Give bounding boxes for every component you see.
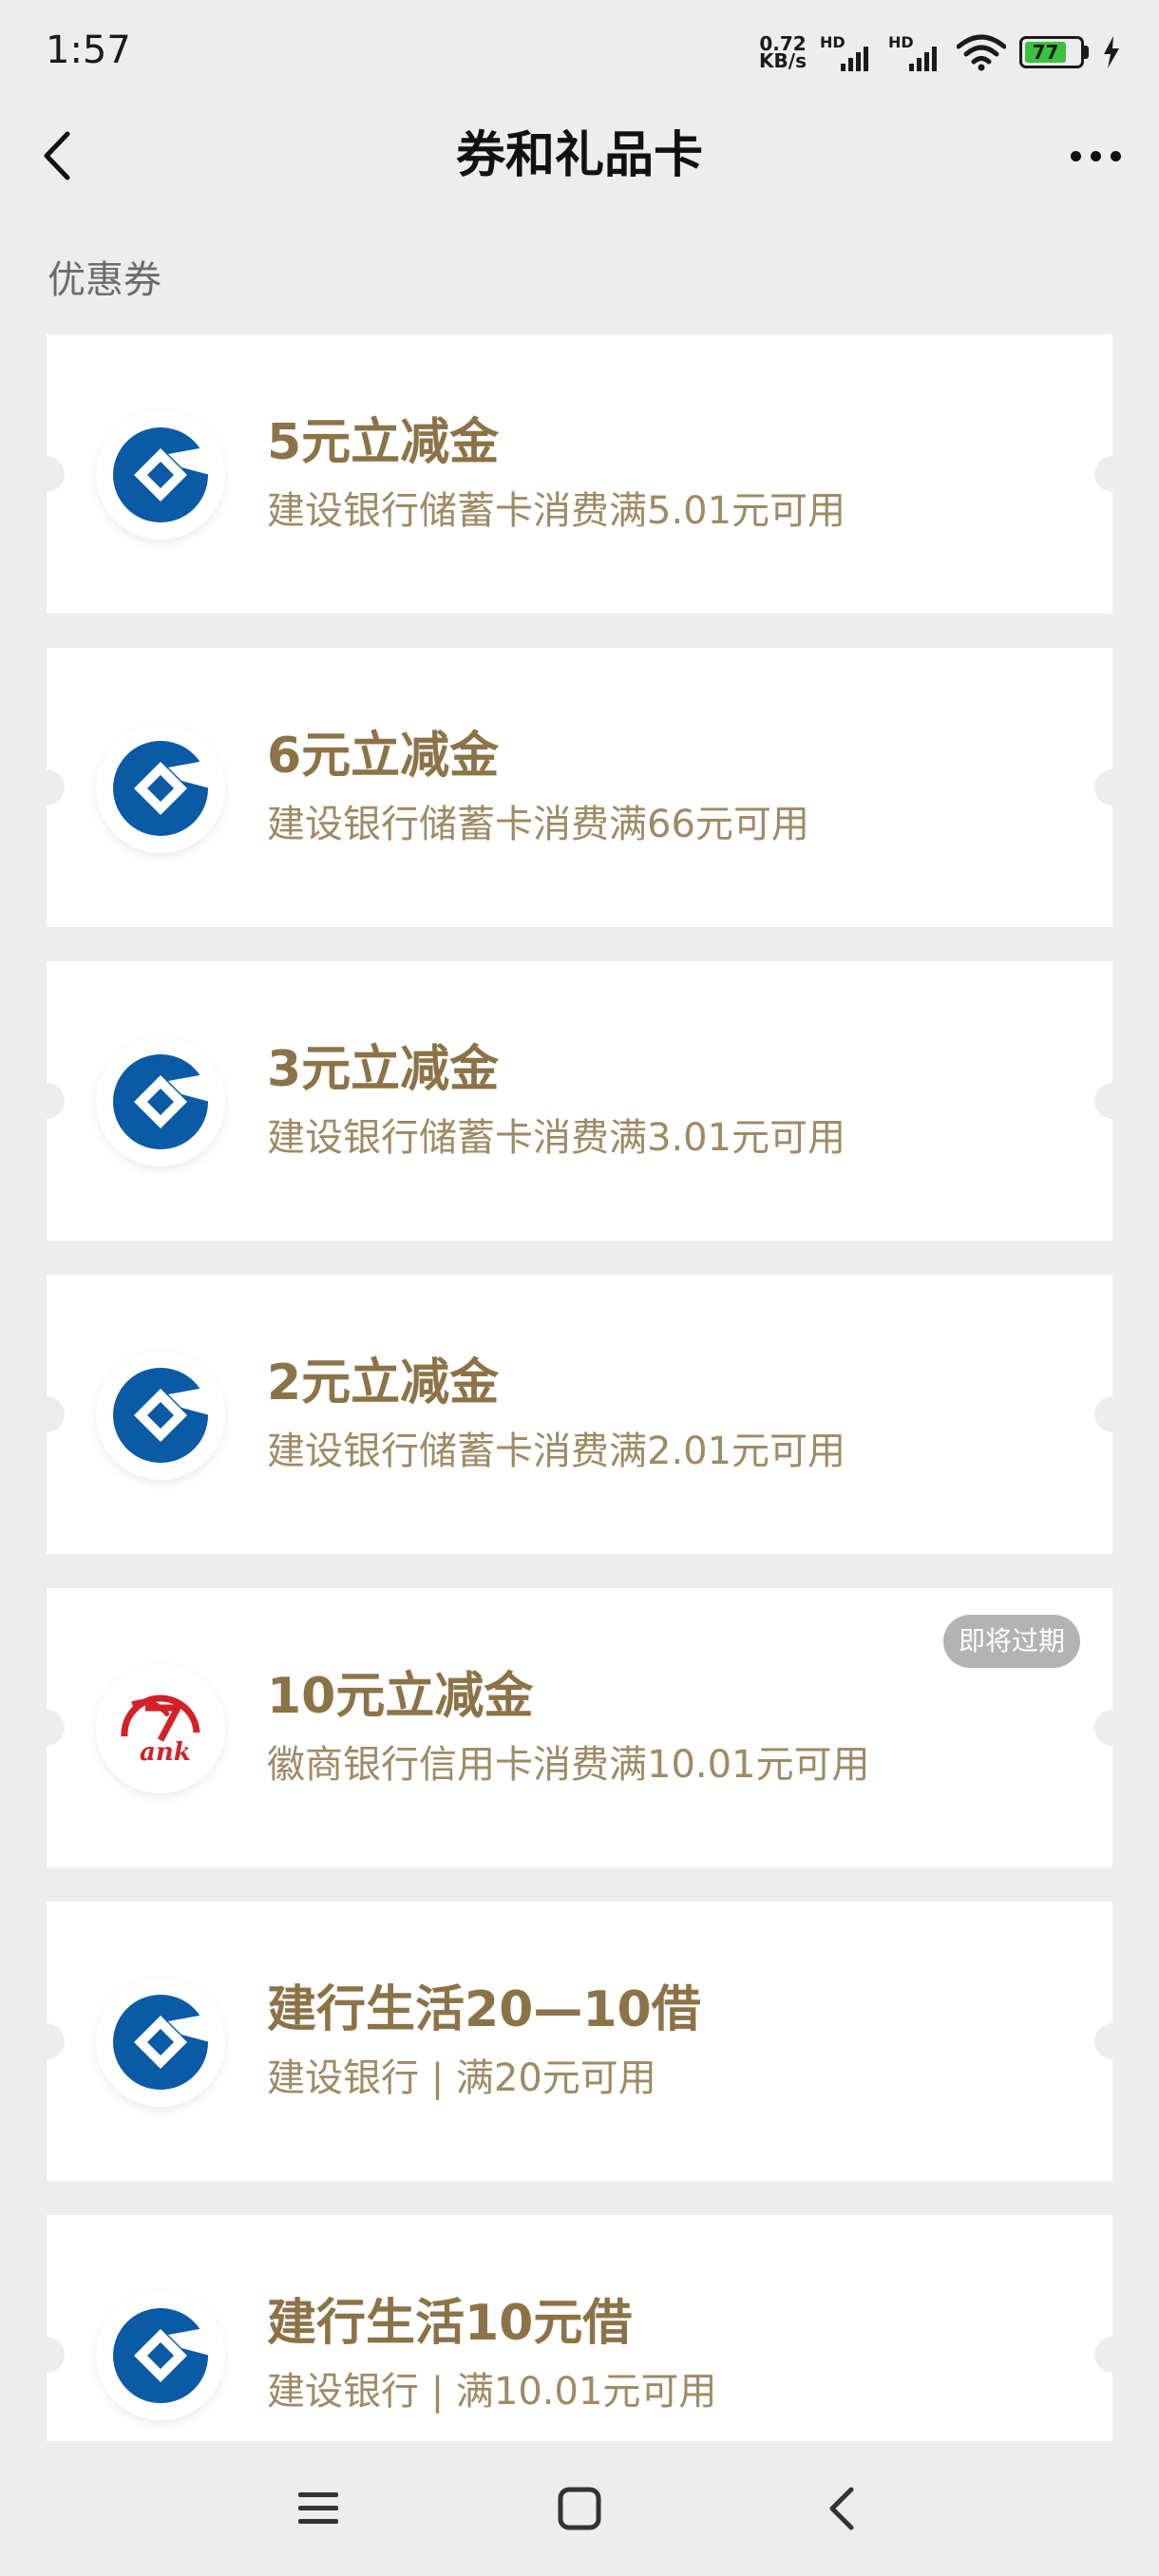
card-notch <box>28 1710 65 1746</box>
more-dot <box>1110 150 1121 161</box>
wifi-icon <box>957 34 1006 71</box>
menu-icon <box>298 2492 338 2524</box>
status-icons: 0.72 KB/s HD HD 77 <box>759 28 1121 76</box>
ccb-logo <box>96 410 225 540</box>
card-notch <box>1094 456 1130 492</box>
card-notch <box>28 2023 65 2059</box>
more-dot <box>1070 150 1081 161</box>
more-dot <box>1090 150 1101 161</box>
card-notch <box>1094 2023 1130 2059</box>
ccb-logo <box>96 1037 225 1166</box>
coupon-description: 建设银行储蓄卡消费满66元可用 <box>267 803 809 846</box>
coupon-title: 3元立减金 <box>267 1041 500 1098</box>
card-notch <box>28 2337 65 2373</box>
network-speed-unit: KB/s <box>759 49 807 72</box>
home-button[interactable] <box>539 2468 620 2549</box>
coupon-description: 建设银行储蓄卡消费满3.01元可用 <box>267 1116 846 1160</box>
ccb-logo <box>96 1978 225 2107</box>
signal-icon-2: HD <box>888 33 943 71</box>
coupon-title: 2元立减金 <box>267 1354 500 1411</box>
coupon-description: 建设银行 | 满20元可用 <box>267 2056 656 2100</box>
coupon-description: 建设银行 | 满10.01元可用 <box>267 2370 717 2414</box>
card-notch <box>1094 769 1130 805</box>
charging-bolt-icon <box>1104 36 1119 68</box>
ccb-logo <box>96 724 225 853</box>
coupon-title: 建行生活20—10借 <box>267 1981 701 2038</box>
coupon-title: 5元立减金 <box>267 414 500 471</box>
coupon-card[interactable]: 3元立减金建设银行储蓄卡消费满3.01元可用 <box>28 961 1130 1241</box>
more-button[interactable] <box>1053 125 1138 186</box>
coupon-description: 建设银行储蓄卡消费满2.01元可用 <box>267 1430 846 1473</box>
coupon-description: 徽商银行信用卡消费满10.01元可用 <box>267 1743 870 1787</box>
huishang-bank-logo: ank <box>96 1664 225 1793</box>
card-notch <box>1094 1710 1130 1746</box>
coupon-card[interactable]: 2元立减金建设银行储蓄卡消费满2.01元可用 <box>28 1275 1130 1554</box>
battery-level: 77 <box>1025 41 1067 64</box>
coupon-description: 建设银行储蓄卡消费满5.01元可用 <box>267 489 846 533</box>
page: 1:57 0.72 KB/s HD HD 77 券和礼品卡 优惠券 5元立减金 … <box>0 0 1159 2576</box>
system-nav-bar <box>0 2441 1159 2576</box>
bank-logo-text: ank <box>140 1738 191 1767</box>
card-notch <box>1094 2337 1130 2373</box>
coupon-list: 5元立减金建设银行储蓄卡消费满5.01元可用 6元立减金建设银行储蓄卡消费满66… <box>28 334 1130 2529</box>
network-speed: 0.72 KB/s <box>759 34 807 72</box>
card-notch <box>28 456 65 492</box>
ccb-logo <box>96 1351 225 1480</box>
back-triangle-icon <box>829 2487 854 2530</box>
ccb-logo <box>96 2291 225 2420</box>
home-square-icon <box>558 2487 601 2530</box>
coupon-card[interactable]: ank 10元立减金徽商银行信用卡消费满10.01元可用 即将过期 <box>28 1588 1130 1867</box>
status-time: 1:57 <box>46 28 131 72</box>
card-notch <box>1094 1396 1130 1432</box>
signal-icon: HD <box>820 33 875 71</box>
coupon-title: 建行生活10元借 <box>267 2295 633 2352</box>
battery-icon: 77 <box>1019 36 1089 68</box>
card-notch <box>28 769 65 805</box>
coupon-card[interactable]: 6元立减金建设银行储蓄卡消费满66元可用 <box>28 648 1130 927</box>
coupon-title: 10元立减金 <box>267 1668 534 1725</box>
expiring-soon-badge: 即将过期 <box>942 1615 1080 1668</box>
card-notch <box>28 1083 65 1119</box>
status-bar: 1:57 0.72 KB/s HD HD 77 <box>0 0 1159 104</box>
card-notch <box>1094 1083 1130 1119</box>
coupon-card[interactable]: 5元立减金建设银行储蓄卡消费满5.01元可用 <box>28 334 1130 614</box>
section-label-coupons: 优惠券 <box>48 258 162 302</box>
page-title: 券和礼品卡 <box>455 127 703 184</box>
coupon-card[interactable]: 建行生活20—10借建设银行 | 满20元可用 <box>28 1902 1130 2181</box>
menu-button[interactable] <box>277 2468 359 2549</box>
nav-bar: 券和礼品卡 <box>0 104 1159 203</box>
system-back-button[interactable] <box>800 2468 882 2549</box>
card-notch <box>28 1396 65 1432</box>
coupon-title: 6元立减金 <box>267 728 500 785</box>
